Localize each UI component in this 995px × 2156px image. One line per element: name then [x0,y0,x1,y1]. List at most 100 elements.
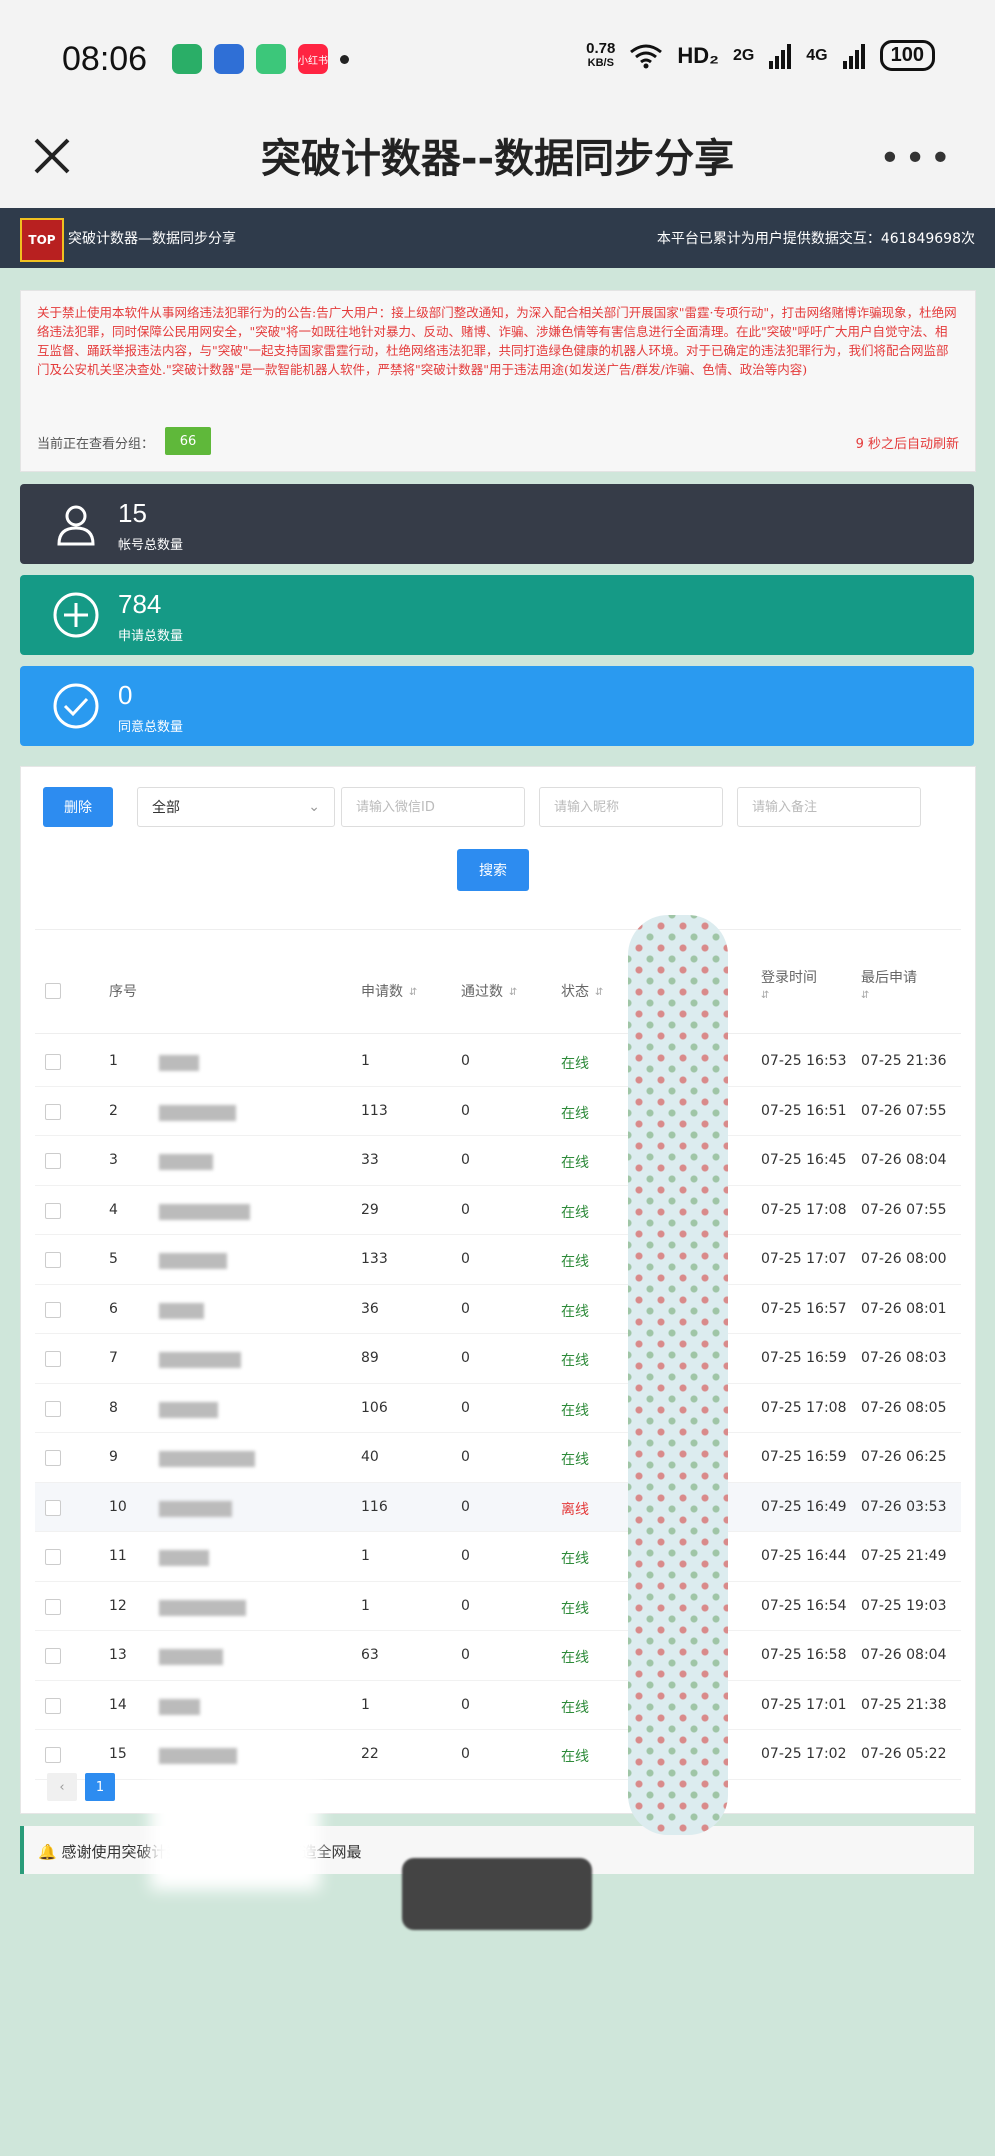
row-checkbox[interactable] [45,1103,61,1120]
row-checkbox[interactable] [45,1202,61,1219]
redaction-blur [402,1858,592,1930]
row-seq: 5 [109,1251,118,1267]
table-row[interactable]: 14 1 0 在线 07-25 17:01 07-25 21:38 [35,1681,961,1730]
row-seq: 3 [109,1152,118,1168]
row-apply-count: 1 [361,1548,370,1564]
delete-button[interactable]: 删除 [43,787,113,827]
row-last-apply: 07-26 08:05 [861,1399,947,1416]
redacted-account-name [159,1352,241,1368]
row-apply-count: 40 [361,1449,379,1465]
row-apply-count: 29 [361,1201,379,1218]
col-seq: 序号 [109,984,137,1000]
stat-card-approved: 0 同意总数量 [20,666,974,746]
table-row[interactable]: 7 89 0 在线 07-25 16:59 07-26 08:03 [35,1334,961,1384]
row-apply-count: 1 [361,1597,370,1614]
baidu-icon [214,44,244,74]
group-badge[interactable]: 66 [165,427,211,455]
row-checkbox[interactable] [45,1697,61,1714]
row-checkbox[interactable] [45,1598,61,1615]
table-row[interactable]: 13 63 0 在线 07-25 16:58 07-26 08:04 [35,1631,961,1681]
row-login-time: 07-25 16:53 [761,1053,847,1069]
site-logo: TOP [20,218,64,262]
network-speed: 0.78 KB/S [586,39,616,69]
row-apply-count: 1 [361,1696,370,1713]
table-row[interactable]: 1 1 0 在线 07-25 16:53 07-25 21:36 [35,1037,961,1087]
row-apply-count: 116 [361,1498,388,1515]
row-login-time: 07-25 17:08 [761,1399,847,1416]
wxid-input[interactable] [341,787,525,827]
row-pass-count: 0 [461,1597,470,1614]
col-login-time[interactable]: 登录时间 ⇵ [761,967,817,1003]
table-row[interactable]: 10 116 0 离线 07-25 16:49 07-26 03:53 [35,1482,961,1532]
row-checkbox[interactable] [45,1400,61,1417]
app-nav-bar: 突破计数器--数据同步分享 ••• [0,120,995,208]
table-row[interactable]: 2 113 0 在线 07-25 16:51 07-26 07:55 [35,1087,961,1136]
row-login-time: 07-25 16:49 [761,1498,847,1515]
sort-icon: ⇵ [595,986,604,998]
row-checkbox[interactable] [45,1648,61,1664]
announcement-panel: 关于禁止使用本软件从事网络违法犯罪行为的公告:告广大用户：接上级部门整改通知，为… [20,290,976,472]
search-button[interactable]: 搜索 [457,849,529,891]
table-row[interactable]: 15 22 0 在线 07-25 17:02 07-26 05:22 [35,1730,961,1780]
table-row[interactable]: 8 106 0 在线 07-25 17:08 07-26 08:05 [35,1384,961,1433]
signal-4g-label: 4G [806,46,828,64]
app-icon [256,44,286,74]
remark-input[interactable] [737,787,921,827]
table-header: 序号 申请数 ⇵ 通过数 ⇵ 状态 ⇵ 登录时间 ⇵ 最后申请 ⇵ [35,953,961,1034]
site-name: 突破计数器—数据同步分享 [68,231,236,247]
row-seq: 9 [109,1449,118,1465]
table-row[interactable]: 5 133 0 在线 07-25 17:07 07-26 08:00 [35,1235,961,1285]
row-last-apply: 07-26 03:53 [861,1498,947,1515]
row-status: 在线 [561,1749,589,1765]
col-status[interactable]: 状态 ⇵ [561,981,603,1001]
row-login-time: 07-25 17:07 [761,1251,847,1267]
table-row[interactable]: 9 40 0 在线 07-25 16:59 07-26 06:25 [35,1433,961,1483]
row-checkbox[interactable] [45,1499,61,1516]
table-row[interactable]: 6 36 0 在线 07-25 16:57 07-26 08:01 [35,1285,961,1334]
row-checkbox[interactable] [45,1549,61,1565]
row-login-time: 07-25 17:01 [761,1696,847,1713]
row-checkbox[interactable] [45,1252,61,1268]
status-filter-select[interactable]: 全部 ⌄ [137,787,335,827]
table-row[interactable]: 11 1 0 在线 07-25 16:44 07-25 21:49 [35,1532,961,1582]
pagination: ‹ 1 [47,1773,115,1801]
more-menu-button[interactable]: ••• [879,138,955,179]
row-login-time: 07-25 16:57 [761,1300,847,1317]
select-all-checkbox[interactable] [45,983,61,999]
redacted-account-name [159,1104,236,1121]
row-seq: 14 [109,1696,127,1713]
signal-bars-icon [769,43,792,69]
row-status: 在线 [561,1303,589,1320]
row-status: 离线 [561,1501,589,1518]
row-checkbox[interactable] [45,1747,61,1763]
row-last-apply: 07-26 06:25 [861,1449,947,1465]
row-status: 在线 [561,1204,589,1221]
table-row[interactable]: 4 29 0 在线 07-25 17:08 07-26 07:55 [35,1186,961,1235]
col-pass[interactable]: 通过数 ⇵ [461,981,517,1001]
nickname-input[interactable] [539,787,723,827]
row-apply-count: 33 [361,1152,379,1168]
page-1-button[interactable]: 1 [85,1773,115,1801]
col-last-apply[interactable]: 最后申请 ⇵ [861,967,917,1003]
prev-page-button[interactable]: ‹ [47,1773,77,1801]
check-circle-icon [53,683,99,729]
xiaohongshu-icon: 小红书 [298,44,328,74]
row-seq: 11 [109,1548,127,1564]
row-status: 在线 [561,1600,589,1617]
col-apply[interactable]: 申请数 ⇵ [361,981,417,1001]
row-pass-count: 0 [461,1696,470,1713]
row-status: 在线 [561,1155,589,1171]
row-login-time: 07-25 16:58 [761,1647,847,1663]
row-checkbox[interactable] [45,1054,61,1070]
table-row[interactable]: 3 33 0 在线 07-25 16:45 07-26 08:04 [35,1136,961,1186]
sort-icon: ⇵ [761,989,770,1001]
row-checkbox[interactable] [45,1351,61,1367]
table-row[interactable]: 12 1 0 在线 07-25 16:54 07-25 19:03 [35,1582,961,1631]
row-checkbox[interactable] [45,1153,61,1169]
accounts-label: 帐号总数量 [118,538,184,553]
row-checkbox[interactable] [45,1450,61,1466]
row-login-time: 07-25 16:59 [761,1449,847,1465]
row-last-apply: 07-26 07:55 [861,1201,947,1218]
row-login-time: 07-25 17:02 [761,1746,847,1762]
row-checkbox[interactable] [45,1301,61,1318]
